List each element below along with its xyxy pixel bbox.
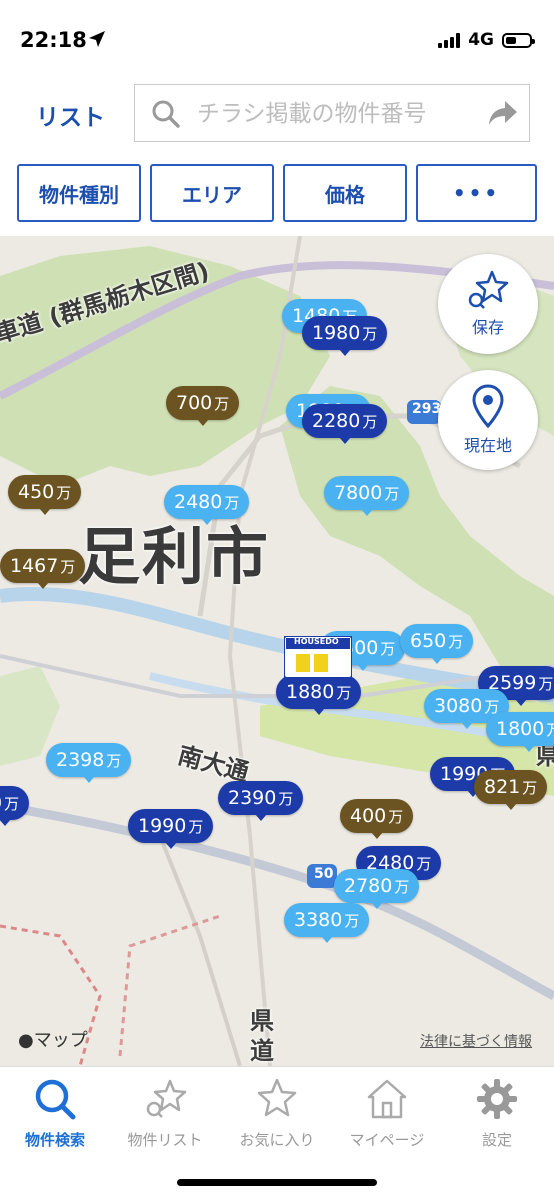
current-location-label: 現在地 bbox=[463, 436, 512, 455]
price-pin[interactable]: 650 万 bbox=[400, 624, 474, 664]
star-search-icon bbox=[146, 1079, 187, 1118]
home-icon bbox=[367, 1079, 407, 1119]
map-view[interactable]: 293 50 車道 (群馬栃木区間) 南大通 県道 県 足利市 1480万 19… bbox=[0, 236, 554, 1066]
list-link[interactable]: リスト bbox=[36, 98, 105, 132]
legal-info-link[interactable]: 法律に基づく情報 bbox=[420, 1031, 532, 1051]
more-filters-button[interactable]: ••• bbox=[416, 164, 537, 222]
apple-maps-attribution: ●マップ bbox=[18, 1030, 88, 1051]
route-shield-293-label: 293 bbox=[412, 401, 442, 417]
price-pin[interactable]: 3380 万 bbox=[284, 903, 370, 943]
search-bar[interactable] bbox=[134, 84, 530, 142]
price-pin[interactable]: 1880 万 bbox=[276, 675, 362, 715]
home-indicator[interactable] bbox=[177, 1179, 377, 1186]
road-label-prefectural: 県道 bbox=[250, 1007, 274, 1065]
tab-my-page[interactable]: マイページ bbox=[332, 1077, 442, 1150]
price-pin[interactable]: 1980万 bbox=[302, 316, 388, 356]
star-search-icon bbox=[468, 270, 509, 309]
price-pin[interactable]: 7800 万 bbox=[324, 476, 410, 516]
filter-property-type-button[interactable]: 物件種別 bbox=[17, 164, 141, 222]
route-shield-50-label: 50 bbox=[314, 866, 334, 882]
search-input[interactable] bbox=[195, 95, 479, 133]
price-pin[interactable]: 2280 万 bbox=[302, 404, 388, 444]
price-pin[interactable]: 2480 万 bbox=[164, 485, 250, 525]
tab-property-search[interactable]: 物件検索 bbox=[0, 1077, 110, 1150]
search-icon bbox=[35, 1079, 76, 1120]
filter-area-button[interactable]: エリア bbox=[150, 164, 274, 222]
gear-icon bbox=[477, 1079, 517, 1119]
price-pin[interactable]: 1990万 bbox=[128, 809, 214, 849]
price-pin[interactable]: 1467 万 bbox=[0, 549, 86, 589]
price-pin[interactable]: 1800 万 bbox=[486, 712, 554, 752]
price-pin[interactable]: 2780 万 bbox=[334, 869, 420, 909]
price-pin[interactable]: 700 万 bbox=[166, 386, 240, 426]
map-base bbox=[0, 236, 554, 1066]
battery-icon bbox=[502, 32, 535, 48]
current-location-button[interactable]: 現在地 bbox=[438, 370, 538, 470]
tab-settings[interactable]: 設定 bbox=[442, 1077, 552, 1150]
price-pin[interactable]: 450 万 bbox=[8, 475, 82, 515]
status-bar: 22:18 4G bbox=[0, 0, 554, 72]
tab-property-list[interactable]: 物件リスト bbox=[110, 1077, 220, 1150]
city-label: 足利市 bbox=[78, 520, 271, 593]
apple-logo-icon: ● bbox=[18, 1030, 34, 1051]
save-search-button[interactable]: 保存 bbox=[438, 254, 538, 354]
location-pin-icon bbox=[472, 384, 504, 428]
search-icon bbox=[151, 99, 181, 133]
price-pin[interactable]: 400 万 bbox=[340, 799, 414, 839]
signal-icon bbox=[438, 32, 461, 48]
network-type: 4G bbox=[468, 30, 494, 50]
filter-price-button[interactable]: 価格 bbox=[283, 164, 407, 222]
status-time: 22:18 bbox=[20, 28, 87, 52]
header: リスト bbox=[0, 72, 554, 164]
price-pin[interactable]: 2390 万 bbox=[218, 781, 304, 821]
store-sign-text: HOUSEDO bbox=[294, 637, 339, 646]
forward-arrow-icon[interactable] bbox=[487, 99, 519, 131]
filter-bar: 物件種別 エリア 価格 ••• bbox=[0, 164, 554, 236]
price-pin[interactable]: 2398 万 bbox=[46, 743, 132, 783]
tab-favorites[interactable]: お気に入り bbox=[222, 1077, 332, 1150]
price-pin[interactable]: 821 万 bbox=[474, 770, 548, 810]
location-arrow-icon bbox=[88, 30, 106, 52]
housedo-store-marker[interactable]: HOUSEDO bbox=[283, 635, 353, 679]
star-icon bbox=[257, 1078, 297, 1117]
save-label: 保存 bbox=[471, 318, 504, 337]
